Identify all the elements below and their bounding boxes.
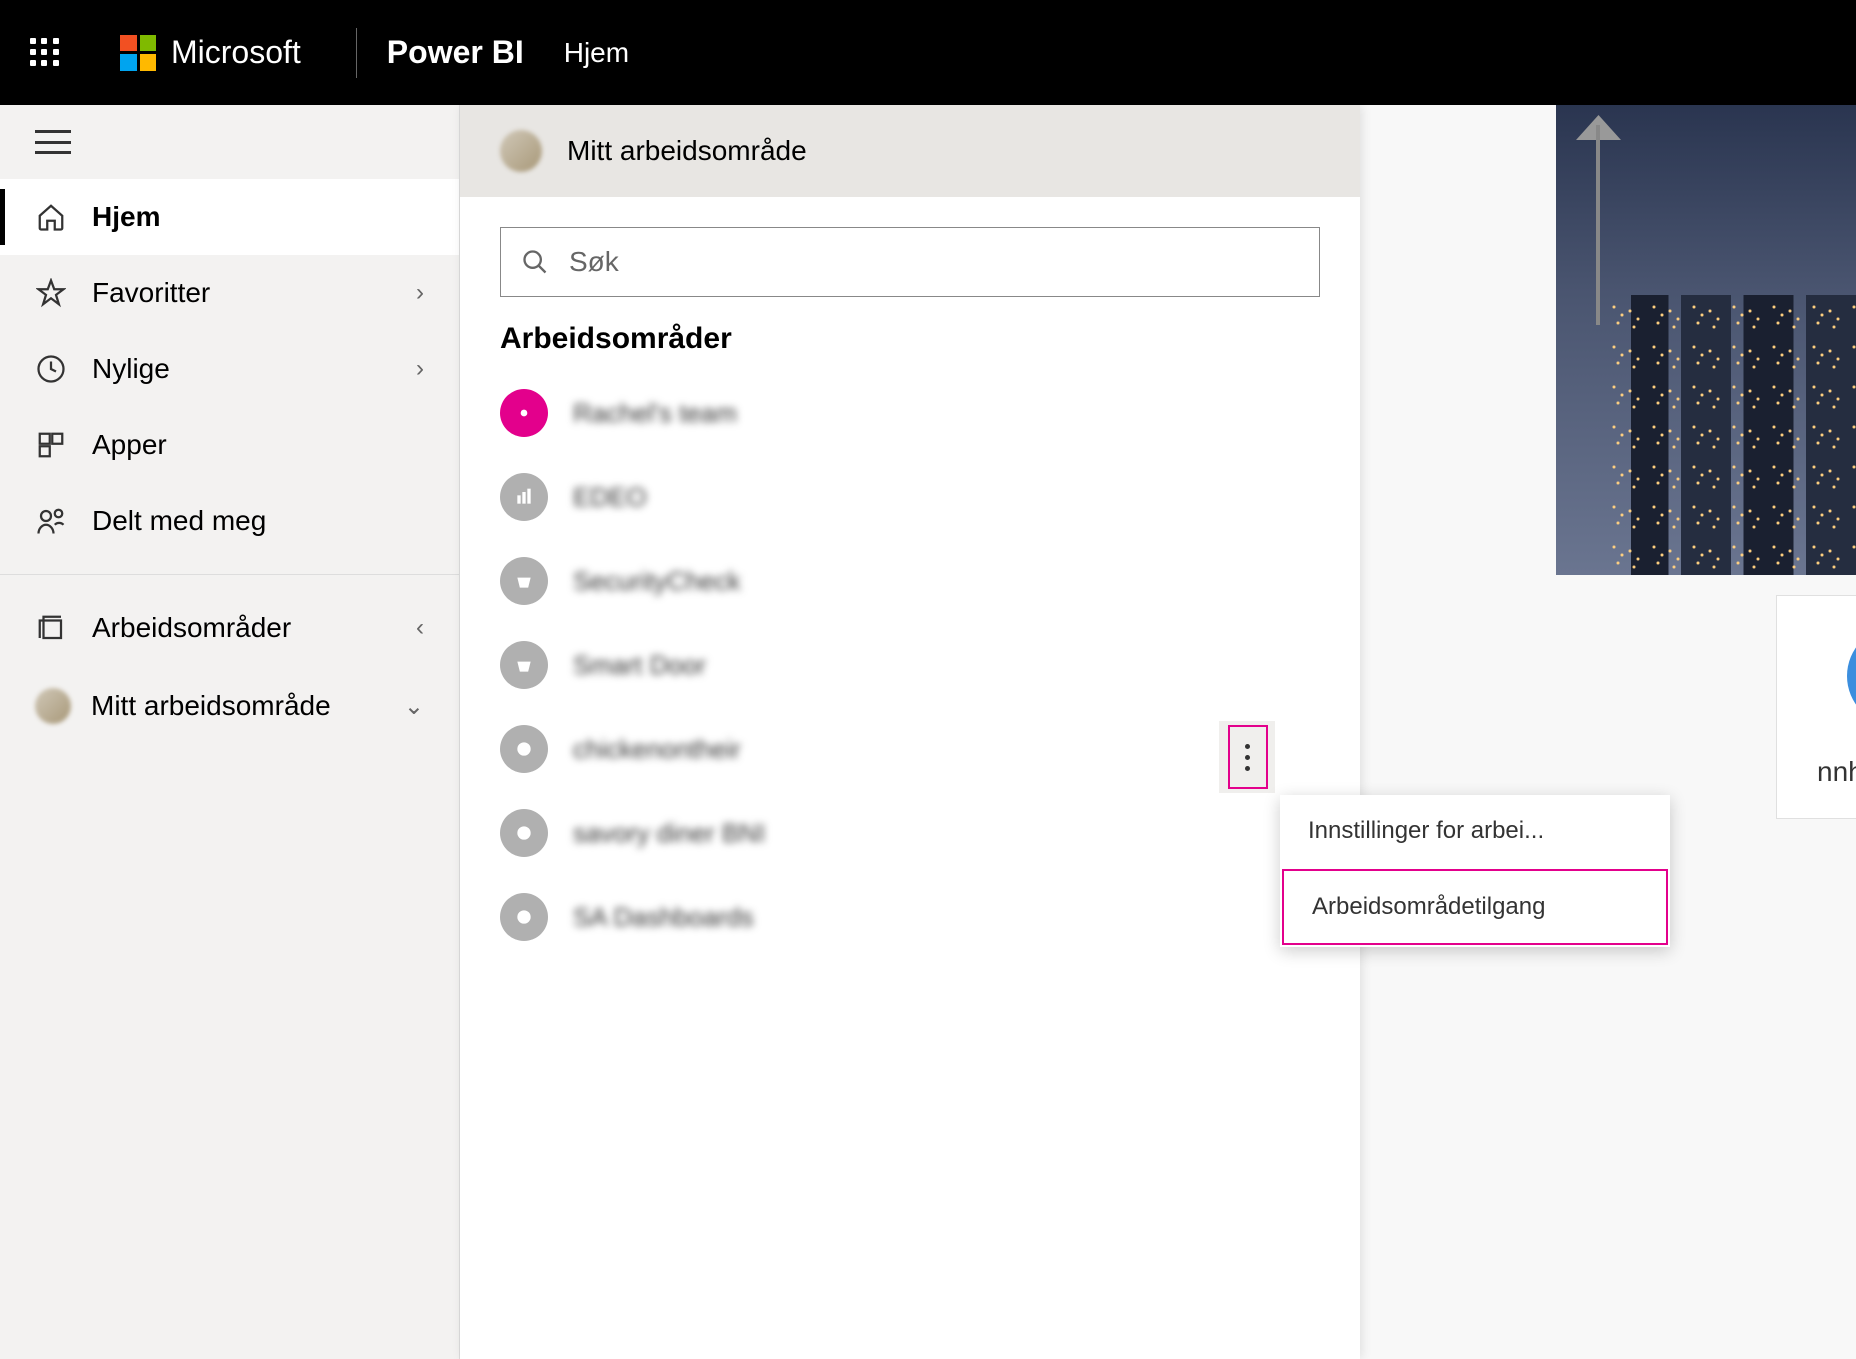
content-area: B nnhold Mitt arbeidsområde Søk Arbeidso… [460,105,1856,1359]
content-card[interactable]: B nnhold [1776,595,1856,819]
nav-label: Mitt arbeidsområde [91,690,331,722]
workspace-search-input[interactable]: Søk [500,227,1320,297]
card-label: nnhold [1817,756,1856,788]
workspace-flyout: Mitt arbeidsområde Søk Arbeidsområder Ra… [460,105,1360,1359]
product-name[interactable]: Power BI [387,34,524,71]
microsoft-logo-icon [120,35,156,71]
workspace-label: chickenontheir [573,734,741,765]
home-icon [35,201,67,233]
main-area: Hjem Favoritter › Nylige › Apper [0,105,1856,1359]
star-icon [35,277,67,309]
nav-favorites[interactable]: Favoritter › [0,255,459,331]
clock-icon [35,353,67,385]
workspace-icon [500,641,548,689]
workspace-title: Mitt arbeidsområde [567,135,807,167]
workspace-item[interactable]: Smart Door [460,623,1360,707]
nav-label: Favoritter [92,277,210,309]
nav-label: Apper [92,429,167,461]
apps-icon [35,429,67,461]
nav-workspaces[interactable]: Arbeidsområder ‹ [0,590,459,666]
page-title: Hjem [564,37,629,69]
nav-label: Hjem [92,201,160,233]
workspaces-section-title: Arbeidsområder [460,322,1360,371]
app-launcher-icon[interactable] [30,38,60,68]
sidebar: Hjem Favoritter › Nylige › Apper [0,105,460,1359]
workspace-label: Rachel's team [573,398,737,429]
workspaces-icon [35,612,67,644]
chevron-right-icon: › [416,355,424,383]
app-header: Microsoft Power BI Hjem [0,0,1856,105]
workspace-avatar: B [1847,626,1856,726]
search-placeholder: Søk [569,246,619,278]
workspace-context-menu: Innstillinger for arbei... Arbeidsområde… [1280,795,1670,947]
workspace-label: SA Dashboards [573,902,754,933]
nav-shared[interactable]: Delt med meg [0,483,459,559]
nav-label: Arbeidsområder [92,612,291,644]
menu-workspace-settings[interactable]: Innstillinger for arbei... [1280,795,1670,867]
workspace-label: EDEO [573,482,647,513]
workspace-item[interactable]: SA Dashboards [460,875,1360,959]
workspace-icon [500,557,548,605]
avatar-icon [500,130,542,172]
header-divider [356,28,357,78]
nav-recent[interactable]: Nylige › [0,331,459,407]
avatar-icon [35,688,71,724]
microsoft-logo[interactable]: Microsoft [120,34,301,71]
more-options-button[interactable] [1219,721,1275,793]
shared-icon [35,505,67,537]
hamburger-button[interactable] [0,105,459,179]
nav-label: Delt med meg [92,505,266,537]
menu-workspace-access[interactable]: Arbeidsområdetilgang [1282,869,1668,945]
workspace-icon [500,725,548,773]
nav-home[interactable]: Hjem [0,179,459,255]
workspace-icon [500,389,548,437]
microsoft-text: Microsoft [171,34,301,71]
workspace-item[interactable]: EDEO [460,455,1360,539]
nav-my-workspace[interactable]: Mitt arbeidsområde ⌄ [0,666,459,746]
more-icon [1245,744,1250,771]
workspace-item[interactable]: savory diner BNI [460,791,1360,875]
workspace-icon [500,473,548,521]
nav-divider [0,574,459,575]
workspace-item[interactable]: Rachel's team [460,371,1360,455]
chevron-right-icon: › [416,279,424,307]
my-workspace-header[interactable]: Mitt arbeidsområde [460,105,1360,197]
search-icon [521,248,549,276]
nav-label: Nylige [92,353,170,385]
chevron-left-icon: ‹ [416,614,424,642]
workspace-label: savory diner BNI [573,818,765,849]
background-image [1556,105,1856,575]
workspace-icon [500,809,548,857]
workspace-item[interactable]: SecurityCheck [460,539,1360,623]
workspace-label: Smart Door [573,650,706,681]
workspace-label: SecurityCheck [573,566,741,597]
chevron-down-icon: ⌄ [404,692,424,721]
nav-apps[interactable]: Apper [0,407,459,483]
workspace-icon [500,893,548,941]
hamburger-icon [35,130,71,154]
